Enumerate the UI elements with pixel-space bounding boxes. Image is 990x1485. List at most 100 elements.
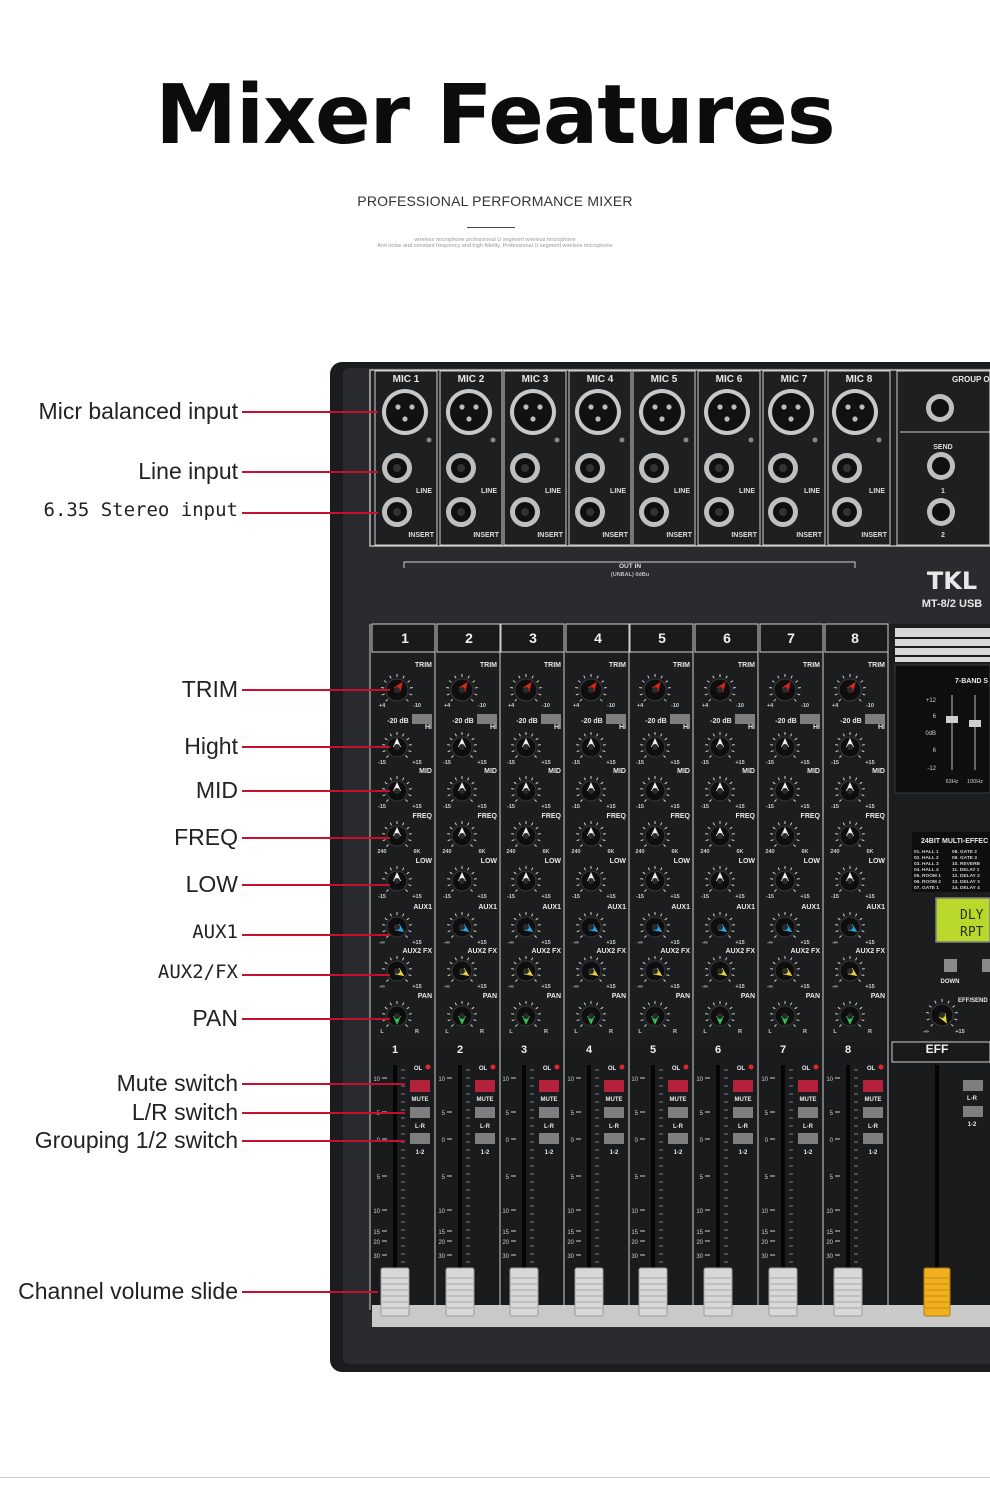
knob-min-label: 240: [442, 849, 451, 855]
knob-min-label: -∞: [444, 984, 450, 990]
send-jack: [932, 457, 950, 475]
knob-min-label: -∞: [508, 940, 514, 946]
knob-max-label: +15: [735, 894, 744, 900]
xlr-screw: [426, 437, 432, 443]
eq7-freq-label: 63Hz: [946, 779, 959, 785]
callout-freq: FREQ: [174, 824, 238, 850]
channel-fader-cap: [445, 1267, 475, 1317]
fader-scale-label: 15: [567, 1230, 574, 1236]
knob-label: MID: [872, 768, 885, 775]
knob-label: AUX2 FX: [531, 948, 561, 955]
knob-min-label: -15: [443, 804, 451, 810]
knob-cap: [394, 744, 400, 750]
eff-fader-cap: [923, 1267, 951, 1317]
pad-switch: [412, 714, 432, 724]
knob-label: MID: [548, 768, 561, 775]
fader-track: [587, 1065, 591, 1280]
fader-scale-label: 15: [761, 1230, 768, 1236]
knob-cap: [847, 833, 853, 839]
knob-label: FREQ: [671, 813, 691, 820]
unbal-label: (UNBAL) 0dBu: [611, 572, 649, 578]
knob-min-label: -15: [636, 894, 644, 900]
knob-min-label: -15: [443, 760, 451, 766]
knob-min-label: 240: [571, 849, 580, 855]
xlr-pin: [588, 404, 594, 410]
knob-min-label: +4: [573, 703, 580, 709]
knob-cap: [847, 1013, 853, 1019]
callout-high: Hight: [184, 733, 238, 759]
knob-min-label: -15: [636, 804, 644, 810]
knob-max-label: 6K: [736, 849, 743, 855]
jack-center: [521, 508, 529, 516]
knob-label: MID: [677, 768, 690, 775]
fader-scale-label: 20: [373, 1240, 380, 1246]
lcd-line-2: RPT: [960, 925, 984, 940]
knob-cap: [717, 878, 723, 884]
channel-number: 1: [401, 630, 409, 646]
lcd-line-1: DLY: [960, 908, 984, 923]
knob-label: MID: [484, 768, 497, 775]
xlr-socket: [708, 393, 746, 431]
fader-channel-number: 1: [392, 1044, 398, 1056]
line-label: LINE: [545, 488, 561, 495]
knob-max-label: +15: [735, 760, 744, 766]
knob-max-label: R: [738, 1029, 742, 1035]
knob-max-label: +15: [865, 760, 874, 766]
fader-scale-label: 10: [631, 1209, 638, 1215]
pad-label: -20 dB: [710, 718, 731, 725]
ol-label: OL: [867, 1066, 876, 1072]
fader-scale-label: 30: [696, 1254, 703, 1260]
knob-min-label: 240: [377, 849, 386, 855]
channel-fader-cap: [833, 1267, 863, 1317]
callout-leader-volume-slide: [242, 1291, 378, 1293]
ol-led: [878, 1064, 884, 1070]
knob-max-label: +15: [670, 940, 679, 946]
knob-label: LOW: [869, 858, 886, 865]
jack-center: [843, 464, 851, 472]
knob-min-label: -15: [443, 894, 451, 900]
group-label: 1-2: [481, 1150, 490, 1156]
knob-min-label: -∞: [832, 940, 838, 946]
pad-switch: [800, 714, 820, 724]
pad-label: -20 dB: [645, 718, 666, 725]
knob-min-label: -15: [701, 804, 709, 810]
knob-max-label: +15: [541, 804, 550, 810]
knob-min-label: 240: [635, 849, 644, 855]
pad-switch: [670, 714, 690, 724]
knob-min-label: -∞: [379, 940, 385, 946]
lr-label: L-R: [868, 1124, 879, 1130]
knob-min-label: +4: [832, 703, 839, 709]
knob-cap: [782, 744, 788, 750]
line-label: LINE: [804, 488, 820, 495]
knob-cap: [717, 833, 723, 839]
out-in-label: OUT IN: [619, 563, 641, 570]
knob-cap: [588, 744, 594, 750]
knob-cap: [939, 1012, 945, 1018]
fader-scale-label: 15: [373, 1230, 380, 1236]
knob-cap: [652, 833, 658, 839]
knob-max-label: +15: [865, 894, 874, 900]
knob-min-label: +4: [637, 703, 644, 709]
eff-label: EFF: [926, 1042, 949, 1056]
eff-lr-button: [963, 1080, 983, 1091]
line-label: LINE: [674, 488, 690, 495]
knob-max-label: -10: [736, 703, 744, 709]
mic-label: MIC 4: [587, 374, 614, 385]
lr-button: [668, 1107, 688, 1118]
knob-max-label: +15: [412, 760, 421, 766]
knob-max-label: -10: [607, 703, 615, 709]
jack-center: [457, 464, 465, 472]
lr-label: L-R: [544, 1124, 555, 1130]
knob-min-label: -∞: [508, 984, 514, 990]
knob-min-label: -15: [831, 760, 839, 766]
xlr-pin: [845, 404, 851, 410]
knob-min-label: 240: [830, 849, 839, 855]
knob-label: PAN: [806, 993, 820, 1000]
eff-send-label: EFF/SEND: [958, 998, 988, 1004]
knob-max-label: R: [868, 1029, 872, 1035]
pad-label: -20 dB: [581, 718, 602, 725]
fader-scale-label: 15: [438, 1230, 445, 1236]
xlr-socket: [450, 393, 488, 431]
group-button: [410, 1133, 430, 1144]
knob-cap: [394, 924, 400, 930]
